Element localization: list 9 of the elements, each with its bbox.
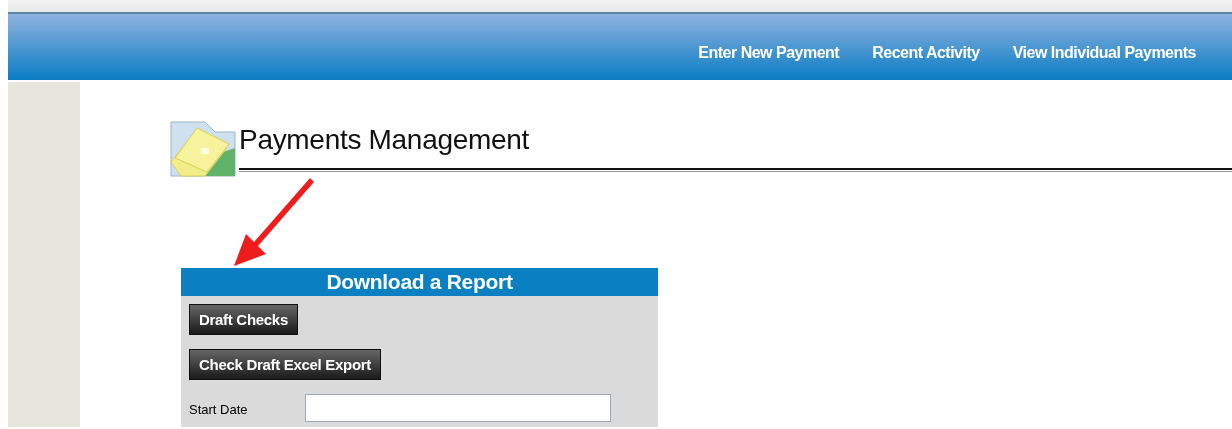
page-title: Payments Management xyxy=(239,124,529,156)
nav-link[interactable]: Enter New Payment xyxy=(698,44,840,64)
field-label: Start Date xyxy=(189,402,249,417)
report-button[interactable]: Draft Checks xyxy=(189,304,298,335)
date-field[interactable] xyxy=(305,394,611,422)
nav-link[interactable]: Recent Activity xyxy=(872,44,980,64)
panel-header: Download a Report xyxy=(181,268,658,296)
report-button[interactable]: Check Draft Excel Export xyxy=(189,349,382,380)
nav-link[interactable]: View Individual Payments xyxy=(1012,44,1196,64)
